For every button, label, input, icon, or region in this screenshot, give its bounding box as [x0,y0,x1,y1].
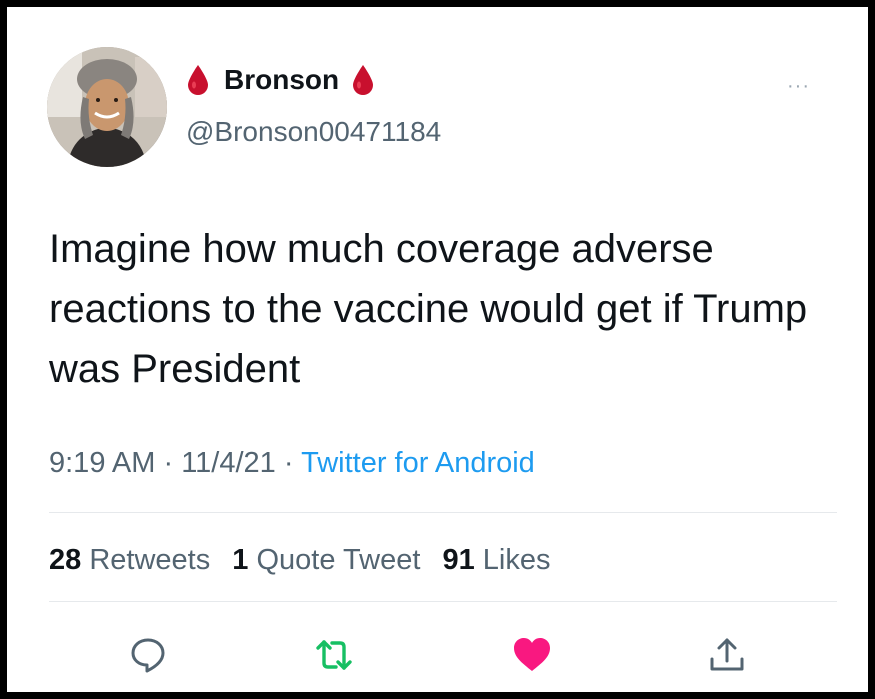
user-handle[interactable]: @Bronson00471184 [186,116,441,148]
divider [49,512,837,513]
likes-count: 91 [442,544,475,576]
display-name-row[interactable]: Bronson [186,64,375,96]
action-bar [7,635,868,679]
tweet-meta: 9:19 AM · 11/4/21 · Twitter for Android [49,447,535,480]
like-icon[interactable] [512,635,552,675]
blood-drop-icon [351,64,375,96]
tweet-stats: 28 Retweets 1 Quote Tweet 91 Likes [49,544,550,577]
avatar[interactable] [47,47,167,167]
tweet-source-link[interactable]: Twitter for Android [301,447,535,479]
divider [49,601,837,602]
quotes-stat[interactable]: 1 Quote Tweet [232,544,420,576]
retweets-label: Retweets [89,544,211,576]
likes-stat[interactable]: 91 Likes [442,544,550,576]
share-icon[interactable] [707,635,747,675]
tweet-text: Imagine how much coverage adverse reacti… [49,227,808,391]
likes-label: Likes [482,544,551,576]
tweet-time[interactable]: 9:19 AM [49,447,155,479]
profile-photo-icon [47,47,167,167]
blood-drop-icon [186,64,210,96]
tweet-date[interactable]: 11/4/21 [181,447,276,479]
quotes-label: Quote Tweet [256,544,421,576]
reply-icon[interactable] [128,635,168,675]
meta-separator: · [163,447,174,479]
retweet-icon[interactable] [314,635,354,675]
tweet-card: Bronson @Bronson00471184 ··· Imagine how… [7,7,868,692]
retweets-count: 28 [49,544,82,576]
retweets-stat[interactable]: 28 Retweets [49,544,210,576]
meta-separator: · [283,447,294,479]
display-name: Bronson [224,64,340,95]
more-icon[interactable]: ··· [787,75,810,98]
quotes-count: 1 [232,544,249,576]
